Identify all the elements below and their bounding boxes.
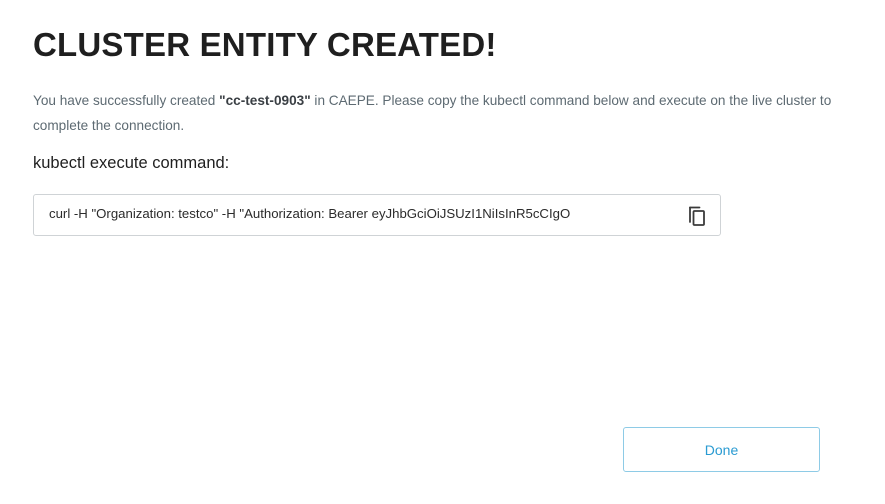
cluster-name: "cc-test-0903" xyxy=(219,93,311,108)
copy-icon xyxy=(689,206,705,226)
message-prefix: You have successfully created xyxy=(33,93,220,108)
command-label: kubectl execute command: xyxy=(33,154,230,172)
success-message: You have successfully created "cc-test-0… xyxy=(33,88,853,138)
command-text[interactable]: curl -H "Organization: testco" -H "Autho… xyxy=(49,206,679,221)
cluster-created-dialog: CLUSTER ENTITY CREATED! You have success… xyxy=(0,0,885,504)
copy-command-button[interactable] xyxy=(686,204,708,228)
done-button[interactable]: Done xyxy=(623,427,820,472)
command-field[interactable]: curl -H "Organization: testco" -H "Autho… xyxy=(33,194,721,236)
dialog-title: CLUSTER ENTITY CREATED! xyxy=(33,26,497,63)
